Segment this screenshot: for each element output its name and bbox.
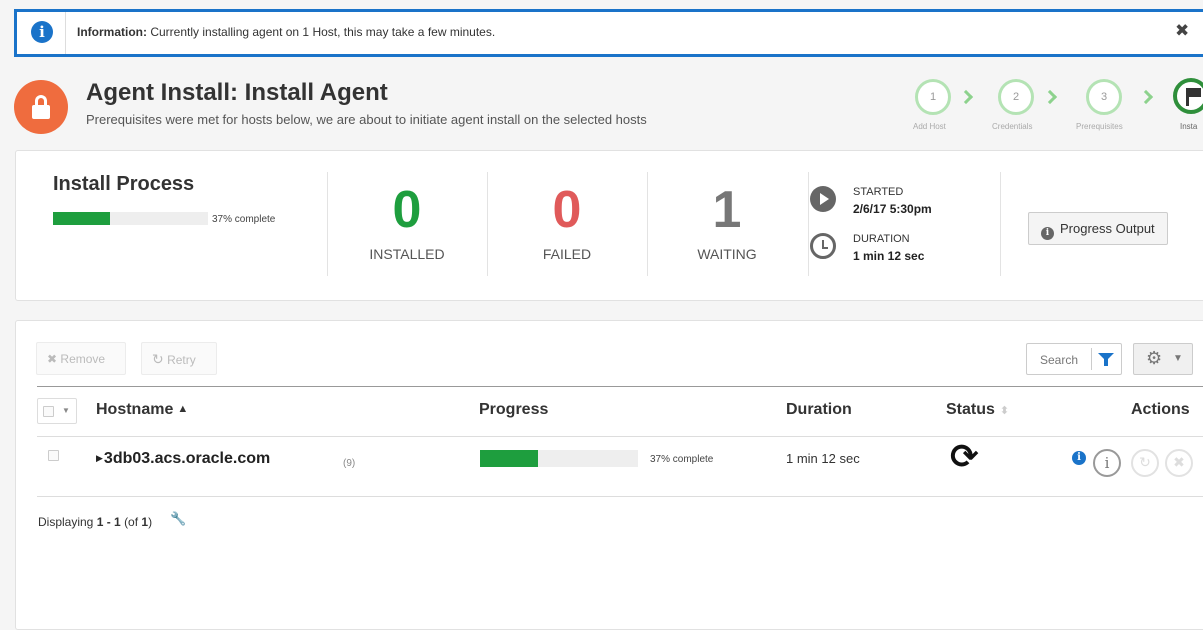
settings-menu-button[interactable]: ⚙ ▼ xyxy=(1133,343,1193,375)
info-icon: i xyxy=(1041,227,1054,240)
train-step-prerequisites[interactable]: 3 xyxy=(1086,79,1122,115)
started-value: 2/6/17 5:30pm xyxy=(853,202,932,216)
train-step-label-prerequisites: Prerequisites xyxy=(1076,122,1123,131)
row-progress-fill xyxy=(480,450,539,467)
divider xyxy=(647,172,648,276)
row-progress-text: 37% complete xyxy=(650,454,714,465)
train-step-label-credentials: Credentials xyxy=(992,122,1033,131)
sync-icon: ⟳ xyxy=(950,437,979,477)
column-header-status[interactable]: Status ⬍ xyxy=(946,401,1009,419)
remove-action-button[interactable]: ✖ xyxy=(1165,449,1193,477)
install-process-title: Install Process xyxy=(53,173,195,195)
chevron-right-icon xyxy=(958,89,974,105)
banner-divider xyxy=(65,12,66,54)
table-row-hostname[interactable]: ▶3db03.acs.oracle.com xyxy=(96,450,270,468)
page-subtitle: Prerequisites were met for hosts below, … xyxy=(86,112,647,127)
details-button[interactable]: i xyxy=(1093,449,1121,477)
divider xyxy=(1000,172,1001,276)
chevron-right-icon xyxy=(1042,89,1058,105)
column-header-progress: Progress xyxy=(479,401,549,418)
page-title: Agent Install: Install Agent xyxy=(86,79,388,106)
search-box[interactable]: Search xyxy=(1026,343,1122,375)
info-icon: i xyxy=(31,21,53,43)
info-banner: i Information: Currently installing agen… xyxy=(14,9,1203,57)
remove-button[interactable]: ✖ Remove xyxy=(36,342,126,375)
select-all-checkbox[interactable]: ▼ xyxy=(37,398,77,424)
table-header-top-rule xyxy=(37,386,1203,387)
started-label: STARTED xyxy=(853,186,904,198)
install-progress-bar xyxy=(53,212,208,225)
duration-label: DURATION xyxy=(853,233,910,245)
column-header-duration: Duration xyxy=(786,401,852,418)
pagination-text: Displaying 1 - 1 (of 1) xyxy=(38,515,153,529)
table-bottom-rule xyxy=(37,496,1203,497)
progress-output-label: Progress Output xyxy=(1060,221,1155,236)
row-progress-bar xyxy=(480,450,638,467)
waiting-label: WAITING xyxy=(697,246,757,262)
table-header-bottom-rule xyxy=(37,436,1203,437)
sort-icon: ⬍ xyxy=(999,405,1010,417)
clock-icon xyxy=(810,233,836,259)
refresh-icon: ↻ xyxy=(152,351,164,367)
row-checkbox[interactable] xyxy=(48,450,59,461)
column-header-actions: Actions xyxy=(1131,401,1190,418)
row-duration: 1 min 12 sec xyxy=(786,451,860,466)
chevron-right-icon xyxy=(1138,89,1154,105)
wrench-icon[interactable]: 🔧 xyxy=(170,512,186,527)
lock-icon xyxy=(14,80,68,134)
retry-action-button[interactable]: ↻ xyxy=(1131,449,1159,477)
close-icon: ✖ xyxy=(47,352,58,366)
banner-prefix: Information: xyxy=(77,25,147,39)
search-placeholder: Search xyxy=(1040,353,1079,367)
installed-count: 0 xyxy=(392,181,422,239)
expand-icon[interactable]: ▶ xyxy=(96,453,103,463)
divider xyxy=(808,172,809,276)
train-step-install[interactable] xyxy=(1173,78,1203,114)
play-icon xyxy=(810,186,836,212)
divider xyxy=(487,172,488,276)
install-progress-text: 37% complete xyxy=(212,214,276,225)
gear-icon: ⚙ xyxy=(1146,348,1163,369)
duration-value: 1 min 12 sec xyxy=(853,249,925,263)
info-icon[interactable]: i xyxy=(1072,451,1086,465)
banner-text: Currently installing agent on 1 Host, th… xyxy=(150,25,496,39)
remove-label: Remove xyxy=(60,352,106,366)
progress-output-button[interactable]: i Progress Output xyxy=(1028,212,1168,245)
installed-label: INSTALLED xyxy=(369,246,445,262)
sort-ascending-icon: ▲ xyxy=(177,403,189,415)
table-row-count: (9) xyxy=(343,458,356,469)
retry-button[interactable]: ↻ Retry xyxy=(141,342,217,375)
failed-label: FAILED xyxy=(542,246,592,262)
caret-down-icon: ▼ xyxy=(1173,353,1183,364)
close-icon[interactable]: ✖ xyxy=(1175,21,1189,41)
retry-label: Retry xyxy=(167,353,196,367)
waiting-count: 1 xyxy=(712,181,742,239)
train-step-label-add-host: Add Host xyxy=(913,122,946,131)
train-step-credentials[interactable]: 2 xyxy=(998,79,1034,115)
failed-count: 0 xyxy=(552,181,582,239)
column-header-hostname[interactable]: Hostname ▲ xyxy=(96,401,188,419)
install-progress-fill xyxy=(53,212,111,225)
caret-down-icon: ▼ xyxy=(62,406,70,415)
train-step-label-install: Insta xyxy=(1180,122,1198,131)
train-step-add-host[interactable]: 1 xyxy=(915,79,951,115)
divider xyxy=(327,172,328,276)
banner-message: Information: Currently installing agent … xyxy=(77,25,495,39)
